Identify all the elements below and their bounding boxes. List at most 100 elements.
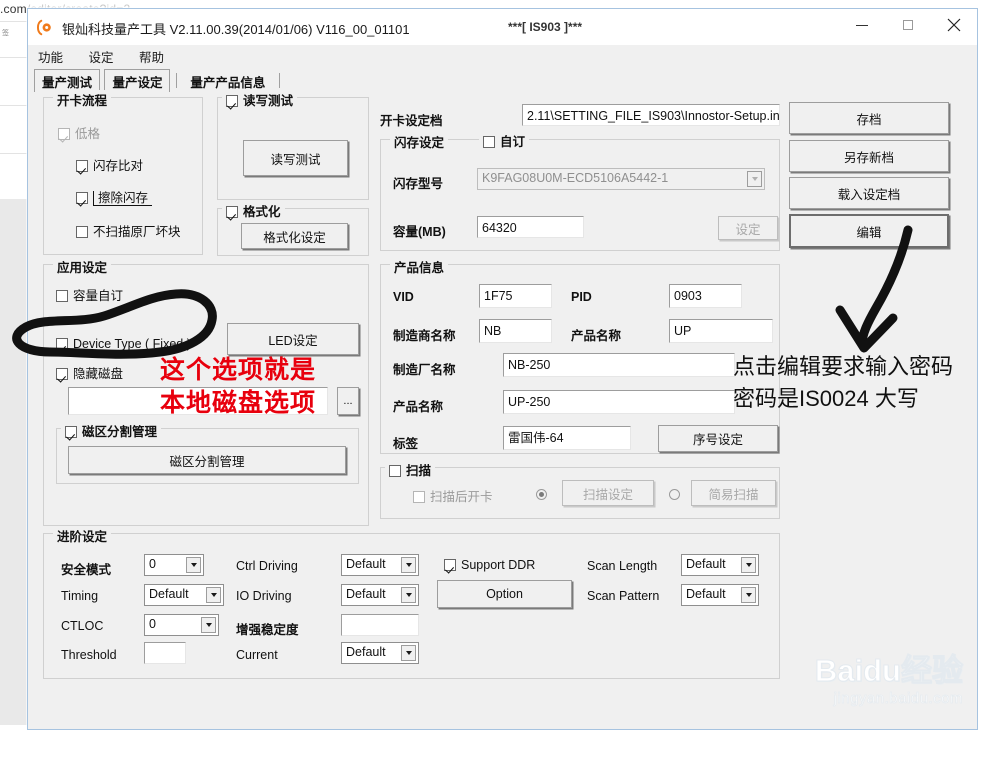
- threshold-input[interactable]: [144, 642, 186, 664]
- ctrl-driving-combo[interactable]: Default: [341, 554, 419, 576]
- current-value: Default: [346, 645, 386, 659]
- tab-strip: 量产测试 量产设定 量产产品信息: [28, 67, 977, 92]
- close-icon: [947, 18, 961, 32]
- timing-combo[interactable]: Default: [144, 584, 224, 606]
- timing-label: Timing: [61, 589, 99, 603]
- checkbox-label: Support DDR: [461, 558, 536, 572]
- partition-management-button[interactable]: 磁区分割管理: [68, 446, 346, 474]
- tab-divider: [278, 73, 280, 88]
- vid-input[interactable]: 1F75: [479, 284, 552, 308]
- checkbox-support-ddr[interactable]: Support DDR: [444, 558, 535, 572]
- chevron-down-icon[interactable]: [401, 557, 416, 573]
- partition-management-group: 磁区分割管理 磁区分割管理: [56, 421, 359, 484]
- minimize-button[interactable]: [839, 9, 885, 41]
- led-setting-button[interactable]: LED设定: [227, 323, 359, 355]
- setting-file-label: 开卡设定档: [380, 114, 443, 128]
- format-setting-button[interactable]: 格式化设定: [241, 223, 348, 249]
- tab-production-settings[interactable]: 量产设定: [104, 69, 171, 92]
- chevron-down-icon[interactable]: [401, 645, 416, 661]
- checkbox-device-type-fixed[interactable]: Device Type ( Fixed ): [56, 337, 191, 351]
- checkbox-custom-flash[interactable]: 自订: [479, 131, 530, 150]
- chevron-down-icon[interactable]: [741, 587, 756, 603]
- load-setting-file-button[interactable]: 载入设定档: [789, 177, 949, 209]
- capacity-input[interactable]: 64320: [477, 216, 584, 238]
- edit-button[interactable]: 编辑: [789, 214, 949, 248]
- checkbox-read-write-test[interactable]: 读写测试: [226, 94, 293, 108]
- capacity-set-button[interactable]: 设定: [718, 216, 778, 240]
- checkbox-flash-compare[interactable]: 闪存比对: [76, 155, 143, 174]
- checkbox-low-format[interactable]: 低格: [58, 123, 100, 142]
- browse-button[interactable]: ...: [337, 387, 359, 415]
- safe-mode-label: 安全模式: [61, 563, 112, 577]
- save-as-button[interactable]: 另存新档: [789, 140, 949, 172]
- option-button[interactable]: Option: [437, 580, 572, 608]
- setting-file-path-input[interactable]: 2.11\SETTING_FILE_IS903\Innostor-Setup.i…: [522, 104, 780, 126]
- pid-label: PID: [571, 290, 592, 304]
- chevron-down-icon[interactable]: [747, 171, 762, 187]
- checkbox-no-scan-factory-bad-block[interactable]: 不扫描原厂坏块: [76, 221, 181, 240]
- hidden-partition-path-input[interactable]: [68, 387, 328, 415]
- scan-length-label: Scan Length: [587, 559, 658, 573]
- chevron-down-icon[interactable]: [401, 587, 416, 603]
- save-button[interactable]: 存档: [789, 102, 949, 134]
- serial-setting-button[interactable]: 序号设定: [658, 425, 778, 452]
- chevron-down-icon[interactable]: [186, 557, 201, 573]
- maximize-icon: [903, 20, 913, 30]
- io-driving-combo[interactable]: Default: [341, 584, 419, 606]
- checkbox-label: 格式化: [243, 205, 281, 219]
- checkbox-label: 容量自订: [73, 289, 124, 303]
- checkbox-scan[interactable]: 扫描: [389, 464, 431, 478]
- ctrl-driving-label: Ctrl Driving: [236, 559, 298, 573]
- checkbox-partition-management[interactable]: 磁区分割管理: [65, 425, 157, 439]
- ctloc-value: 0: [149, 617, 156, 631]
- flash-model-combo[interactable]: K9FAG08U0M-ECD5106A5442-1: [477, 168, 765, 190]
- checkbox-hidden-partition[interactable]: 隐藏磁盘: [56, 363, 123, 382]
- app-logo-icon: [36, 19, 51, 36]
- timing-value: Default: [149, 587, 189, 601]
- prodname-label: 产品名称: [393, 400, 444, 414]
- menu-item-function[interactable]: 功能: [36, 45, 72, 68]
- checkbox-open-card-after-scan[interactable]: 扫描后开卡: [413, 486, 493, 505]
- flash-setting-title: 闪存设定: [390, 132, 449, 151]
- checkbox-box: [56, 290, 68, 302]
- scan-pattern-combo[interactable]: Default: [681, 584, 759, 606]
- radio-scan-setting[interactable]: [536, 487, 547, 505]
- minimize-icon: [856, 24, 868, 26]
- safe-mode-combo[interactable]: 0: [144, 554, 204, 576]
- chevron-down-icon[interactable]: [201, 617, 216, 633]
- vendor-input[interactable]: NB: [479, 319, 552, 343]
- read-write-test-button[interactable]: 读写测试: [243, 140, 348, 176]
- menu-item-help[interactable]: 帮助: [137, 45, 173, 68]
- product-name-input[interactable]: UP: [669, 319, 773, 343]
- checkbox-erase-flash[interactable]: 擦除闪存: [76, 187, 153, 206]
- simple-scan-button[interactable]: 简易扫描: [691, 480, 776, 506]
- checkbox-format[interactable]: 格式化: [226, 205, 281, 219]
- checkbox-box: [76, 226, 88, 238]
- checkbox-label: 隐藏磁盘: [73, 367, 124, 381]
- checkbox-label: 不扫描原厂坏块: [93, 225, 181, 239]
- factory-input[interactable]: NB-250: [503, 353, 735, 377]
- scan-setting-button[interactable]: 扫描设定: [562, 480, 654, 506]
- stability-input[interactable]: [341, 614, 419, 636]
- checkbox-box: [65, 426, 77, 438]
- prodname-input[interactable]: UP-250: [503, 390, 735, 414]
- chevron-down-icon[interactable]: [741, 557, 756, 573]
- scan-length-combo[interactable]: Default: [681, 554, 759, 576]
- pid-input[interactable]: 0903: [669, 284, 742, 308]
- ctloc-combo[interactable]: 0: [144, 614, 219, 636]
- checkbox-box: [56, 338, 68, 350]
- radio-simple-scan[interactable]: [669, 487, 680, 505]
- io-driving-value: Default: [346, 587, 386, 601]
- tab-production-test[interactable]: 量产测试: [34, 69, 101, 92]
- checkbox-label: 读写测试: [243, 94, 294, 108]
- maximize-button[interactable]: [885, 9, 931, 41]
- close-button[interactable]: [931, 9, 977, 41]
- current-combo[interactable]: Default: [341, 642, 419, 664]
- chevron-down-icon[interactable]: [206, 587, 221, 603]
- threshold-label: Threshold: [61, 648, 117, 662]
- read-write-test-group: 读写测试 读写测试: [217, 90, 369, 200]
- tag-input[interactable]: 雷国伟-64: [503, 426, 631, 450]
- product-info-group: 产品信息 VID 1F75 PID 0903 制造商名称 NB 产品名称 UP …: [380, 257, 780, 454]
- checkbox-capacity-custom[interactable]: 容量自订: [56, 285, 123, 304]
- menu-item-settings[interactable]: 设定: [86, 45, 122, 68]
